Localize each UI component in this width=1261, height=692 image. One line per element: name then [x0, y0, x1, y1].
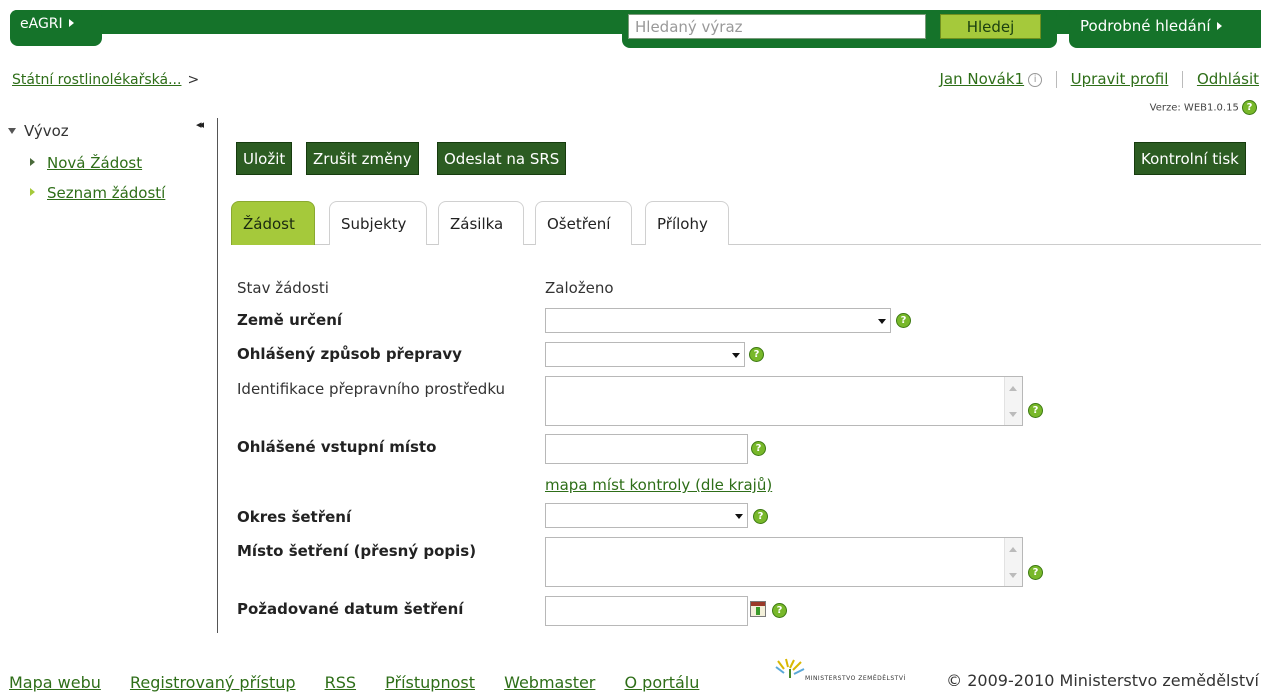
help-icon[interactable]: ? — [753, 509, 768, 524]
transport-select[interactable] — [545, 342, 745, 367]
user-name-link[interactable]: Jan Novák1 — [940, 70, 1025, 88]
district-select[interactable] — [545, 503, 748, 528]
place-textarea[interactable] — [545, 537, 1023, 587]
scroll-up-icon — [1009, 547, 1017, 552]
entry-point-input[interactable] — [545, 434, 748, 464]
place-label: Místo šetření (přesný popis) — [237, 542, 477, 560]
scroll-down-icon — [1009, 412, 1017, 417]
footer-link-registered-access[interactable]: Registrovaný přístup — [130, 673, 296, 692]
status-label: Stav žádosti — [237, 279, 329, 297]
caret-right-icon — [30, 158, 35, 166]
help-icon[interactable]: ? — [1242, 100, 1257, 115]
country-select[interactable] — [545, 308, 891, 333]
collapse-sidebar-icon[interactable]: ◂◂ — [196, 118, 204, 131]
sidebar-item-label[interactable]: Nová Žádost — [47, 154, 142, 172]
user-box: Jan Novák1 i Upravit profil Odhlásit — [940, 70, 1259, 88]
calendar-icon[interactable] — [750, 601, 766, 617]
footer-link-about[interactable]: O portálu — [624, 673, 699, 692]
help-icon[interactable]: ? — [1028, 565, 1043, 580]
tab-zadost[interactable]: Žádost — [231, 201, 315, 245]
footer-links: Mapa webu Registrovaný přístup RSS Příst… — [9, 673, 723, 692]
eagri-menu-button[interactable]: eAGRI — [10, 10, 102, 46]
divider — [1055, 71, 1057, 88]
country-label: Země určení — [237, 311, 343, 329]
breadcrumb-separator: > — [187, 72, 200, 88]
ministry-logo: MINISTERSTVO ZEMĚDĚLSTVÍ — [772, 655, 932, 690]
control-places-map-link[interactable]: mapa míst kontroly (dle krajů) — [545, 476, 772, 494]
top-bar: eAGRI Hledej Podrobné hledání — [10, 10, 1261, 48]
ministry-logo-icon — [775, 658, 805, 678]
advanced-search-button[interactable]: Podrobné hledání — [1069, 10, 1261, 48]
ministry-logo-text: MINISTERSTVO ZEMĚDĚLSTVÍ — [805, 675, 906, 682]
chevron-down-icon — [735, 514, 743, 519]
scrollbar[interactable] — [1004, 377, 1022, 425]
status-value: Založeno — [545, 279, 614, 297]
scrollbar[interactable] — [1004, 538, 1022, 586]
date-label: Požadované datum šetření — [237, 600, 464, 618]
chevron-down-icon — [878, 319, 886, 324]
footer-link-accessibility[interactable]: Přístupnost — [385, 673, 475, 692]
help-icon[interactable]: ? — [751, 441, 766, 456]
help-icon[interactable]: ? — [772, 603, 787, 618]
footer-link-site-map[interactable]: Mapa webu — [9, 673, 101, 692]
date-input[interactable] — [545, 596, 748, 626]
copyright: © 2009-2010 Ministerstvo zemědělství — [946, 671, 1259, 690]
version-info: Verze: WEB1.0.15 ? — [1150, 100, 1257, 115]
vehicle-label: Identifikace přepravního prostředku — [237, 380, 506, 398]
logout-link[interactable]: Odhlásit — [1197, 70, 1259, 88]
divider — [1182, 71, 1184, 88]
caret-right-icon — [1216, 22, 1222, 30]
tab-bar: Žádost Subjekty Zásilka Ošetření Přílohy — [231, 201, 1261, 245]
help-icon[interactable]: ? — [896, 313, 911, 328]
version-text: Verze: WEB1.0.15 — [1149, 102, 1239, 114]
sidebar-item-seznam-zadosti[interactable]: Seznam žádostí — [30, 184, 165, 202]
breadcrumb: Státní rostlinolékařská... > — [12, 72, 199, 88]
scroll-up-icon — [1009, 386, 1017, 391]
footer-link-webmaster[interactable]: Webmaster — [504, 673, 595, 692]
cancel-changes-button[interactable]: Zrušit změny — [306, 142, 419, 175]
search-button[interactable]: Hledej — [940, 14, 1041, 39]
save-button[interactable]: Uložit — [236, 142, 293, 175]
district-label: Okres šetření — [237, 508, 352, 526]
caret-right-icon — [68, 19, 74, 27]
advanced-search-label: Podrobné hledání — [1080, 17, 1211, 35]
sidebar-section-label: Vývoz — [24, 122, 69, 140]
breadcrumb-link[interactable]: Státní rostlinolékařská... — [12, 72, 181, 88]
control-print-button[interactable]: Kontrolní tisk — [1134, 142, 1246, 175]
tab-osetreni[interactable]: Ošetření — [535, 201, 632, 245]
tab-prilohy[interactable]: Přílohy — [645, 201, 729, 245]
sidebar-item-label[interactable]: Seznam žádostí — [47, 184, 165, 202]
search-input[interactable] — [628, 14, 926, 39]
scroll-down-icon — [1009, 573, 1017, 578]
entry-point-label: Ohlášené vstupní místo — [237, 438, 437, 456]
chevron-down-icon — [8, 128, 16, 134]
footer-link-rss[interactable]: RSS — [325, 673, 356, 692]
caret-right-icon — [30, 188, 35, 196]
info-icon[interactable]: i — [1028, 73, 1043, 87]
eagri-label: eAGRI — [20, 16, 63, 32]
chevron-down-icon — [732, 353, 740, 358]
tab-subjekty[interactable]: Subjekty — [329, 201, 427, 245]
help-icon[interactable]: ? — [749, 347, 764, 362]
sidebar: ◂◂ Vývoz Nová Žádost Seznam žádostí — [0, 118, 218, 633]
help-icon[interactable]: ? — [1028, 403, 1043, 418]
vehicle-textarea[interactable] — [545, 376, 1023, 426]
sidebar-section-vyvoz[interactable]: Vývoz — [8, 122, 69, 140]
sidebar-item-nova-zadost[interactable]: Nová Žádost — [30, 154, 142, 172]
tab-zasilka[interactable]: Zásilka — [438, 201, 524, 245]
edit-profile-link[interactable]: Upravit profil — [1071, 70, 1169, 88]
search-box: Hledej — [622, 10, 1057, 48]
send-to-srs-button[interactable]: Odeslat na SRS — [437, 142, 567, 175]
transport-label: Ohlášený způsob přepravy — [237, 345, 462, 363]
